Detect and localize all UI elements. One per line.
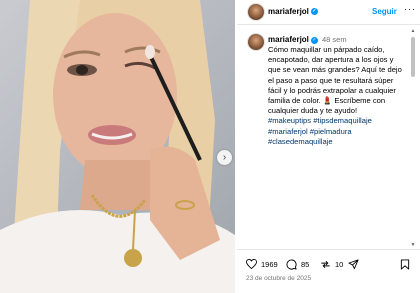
chevron-right-icon[interactable]: › xyxy=(217,150,232,165)
caption-username[interactable]: mariaferjol xyxy=(268,35,309,44)
send-icon[interactable] xyxy=(348,259,359,270)
save-action[interactable] xyxy=(400,259,410,270)
post-date: 23 de octubre de 2025 xyxy=(246,275,312,282)
share-count: 10 xyxy=(335,260,344,269)
caption-scrollbar[interactable]: ▲ ▼ xyxy=(410,28,416,248)
caption-area: mariaferjol ✓ 48 sem Cómo maquillar un pá… xyxy=(237,24,420,249)
heart-icon[interactable] xyxy=(246,259,257,269)
caption-body: Cómo maquillar un párpado caído, encapot… xyxy=(268,45,406,147)
action-bar: 1969 85 10 xyxy=(237,249,420,278)
hashtag-line-2[interactable]: #mariaferjol #pielmadura xyxy=(268,127,406,137)
hashtag[interactable]: #makeuptips xyxy=(268,116,311,125)
caption-avatar[interactable] xyxy=(247,33,265,51)
comment-count: 85 xyxy=(301,260,310,269)
more-options-icon[interactable]: ··· xyxy=(404,4,416,14)
scroll-thumb[interactable] xyxy=(411,37,415,77)
post-time: 48 sem xyxy=(322,35,347,44)
post-media[interactable]: › xyxy=(0,0,235,293)
hashtag[interactable]: #tipsdemaquillaje xyxy=(313,116,372,125)
hashtag[interactable]: #mariaferjol xyxy=(268,127,308,136)
verified-badge-icon: ✓ xyxy=(310,36,318,44)
comment-icon[interactable] xyxy=(286,259,297,270)
video-frame xyxy=(0,0,235,293)
scroll-down-icon[interactable]: ▼ xyxy=(410,242,416,248)
hashtag[interactable]: #clasedemaquillaje xyxy=(268,137,406,147)
verified-badge-icon: ✓ xyxy=(310,8,318,16)
post-header: mariaferjol ✓ Seguir ··· xyxy=(237,0,420,25)
caption-text: Cómo maquillar un párpado caído, encapot… xyxy=(268,45,402,116)
header-username-text[interactable]: mariaferjol xyxy=(268,7,309,16)
send-action[interactable] xyxy=(348,259,359,270)
scroll-up-icon[interactable]: ▲ xyxy=(410,28,416,34)
header-username[interactable]: mariaferjol ✓ xyxy=(268,7,318,16)
hashtag[interactable]: #pielmadura xyxy=(310,127,352,136)
avatar[interactable] xyxy=(247,3,265,21)
follow-button[interactable]: Seguir xyxy=(372,7,397,16)
post-sidebar: mariaferjol ✓ Seguir ··· mariaferjol ✓ 48 … xyxy=(237,0,420,293)
hashtag-line-1[interactable]: #makeuptips #tipsdemaquillaje xyxy=(268,116,406,126)
comment-action[interactable]: 85 xyxy=(286,259,309,270)
caption-header: mariaferjol ✓ 48 sem xyxy=(268,35,347,44)
like-action[interactable]: 1969 xyxy=(246,259,278,269)
share-icon[interactable] xyxy=(320,259,331,270)
like-count: 1969 xyxy=(261,259,278,269)
share-action[interactable]: 10 xyxy=(320,259,343,270)
bookmark-icon[interactable] xyxy=(400,259,410,270)
